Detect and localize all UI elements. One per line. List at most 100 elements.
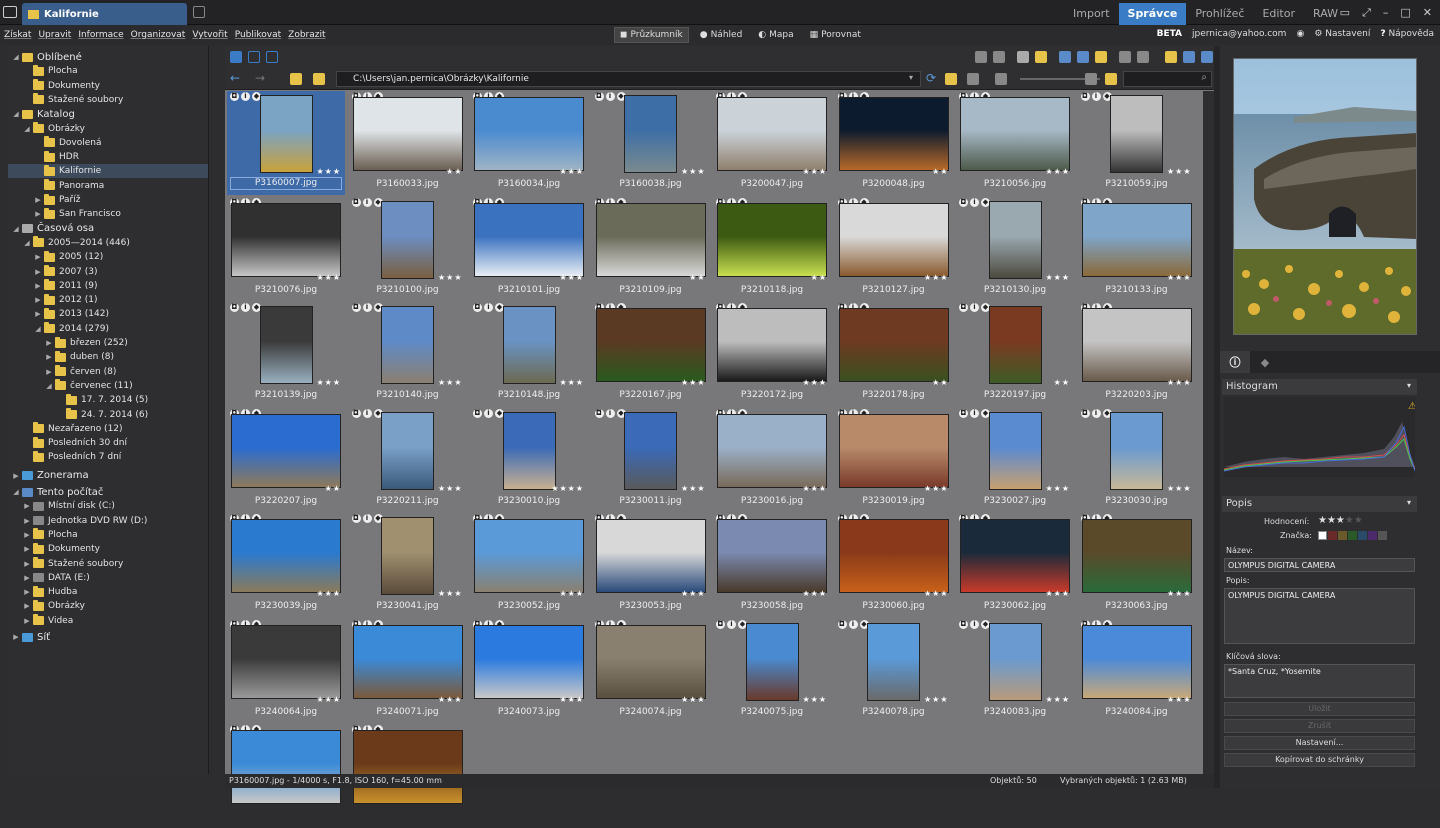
favorite-icon[interactable]	[1165, 51, 1177, 63]
thumbnail-item[interactable]: ◘ i ◆ ★★★ P3240078.jpg	[835, 619, 953, 723]
thumbnail-item[interactable]: ◘ i ◆ ★★★ P3210140.jpg	[349, 302, 467, 406]
folder-browse-icon[interactable]	[945, 73, 957, 85]
description-header[interactable]: Popis ▾	[1222, 496, 1417, 512]
thumbnail-item[interactable]: ◘ i ◆ ★★★ P3230039.jpg	[227, 513, 345, 617]
tree-item[interactable]: Posledních 7 dní	[8, 450, 208, 464]
share-icon[interactable]	[993, 51, 1005, 63]
thumbnail-size-icon[interactable]	[995, 73, 1007, 85]
tree-item[interactable]: ▶ Obrázky	[8, 599, 208, 613]
thumbnail-item[interactable]: ◘ i ◆ ★★★ P3230053.jpg	[592, 513, 710, 617]
thumbnail-item[interactable]: ◘ i ◆ ★★★★ P3230010.jpg	[470, 408, 588, 512]
tree-item[interactable]: ▶ 2011 (9)	[8, 279, 208, 293]
thumbnail-item[interactable]: ◘ i ◆ ★★★ P3230027.jpg	[956, 408, 1074, 512]
expand-right-icon[interactable]: ▶	[23, 545, 31, 553]
mode-tab-editor[interactable]: Editor	[1253, 3, 1304, 25]
tree-item[interactable]: ◢ Obrázky	[8, 122, 208, 136]
menu-organize[interactable]: Organizovat	[127, 30, 189, 40]
tree-item[interactable]: Dokumenty	[8, 79, 208, 93]
thumbnail-item[interactable]: ◘ i ◆ ★★★ P3210133.jpg	[1078, 197, 1196, 301]
vertical-scrollbar[interactable]	[1203, 91, 1214, 774]
expand-down-icon[interactable]: ◢	[45, 382, 53, 390]
mode-tab-import[interactable]: Import	[1064, 3, 1119, 25]
menu-view[interactable]: Zobrazit	[284, 30, 328, 40]
tree-item[interactable]: ▶ Paříž	[8, 193, 208, 207]
tree-item[interactable]: HDR	[8, 150, 208, 164]
tree-item[interactable]: ▶ 2012 (1)	[8, 293, 208, 307]
thumbnail-item[interactable]: ◘ i ◆ ★★★ P3240075.jpg	[713, 619, 831, 723]
tree-item[interactable]: ◢ červenec (11)	[8, 379, 208, 393]
tree-item[interactable]: ◢ 2014 (279)	[8, 322, 208, 336]
layout-grid-icon[interactable]	[230, 51, 242, 63]
keywords-field[interactable]: *Santa Cruz, *Yosemite	[1224, 664, 1415, 698]
expand-right-icon[interactable]: ▶	[34, 210, 42, 218]
menu-create[interactable]: Vytvořit	[188, 30, 230, 40]
color-tag-swatches[interactable]	[1318, 531, 1387, 540]
expand-down-icon[interactable]: ◢	[12, 225, 20, 233]
tree-item[interactable]: ▶ Místní disk (C:)	[8, 499, 208, 513]
gray-tag-swatch[interactable]	[1378, 531, 1387, 540]
expand-down-icon[interactable]: ◢	[12, 53, 20, 61]
thumbnail-item[interactable]: ◘ i ◆ ★★★ P3240073.jpg	[470, 619, 588, 723]
expand-right-icon[interactable]: ▶	[45, 368, 53, 376]
monitor-icon[interactable]: ▭	[1340, 6, 1350, 20]
thumbnail-item[interactable]: ◘ i ◆ ★★★ P3220172.jpg	[713, 302, 831, 406]
compare-view-button[interactable]: ▦ Porovnat	[805, 27, 866, 43]
stack-icon[interactable]	[1095, 51, 1107, 63]
tree-item[interactable]: ◢ Oblíbené	[8, 50, 208, 64]
expand-right-icon[interactable]: ▶	[34, 296, 42, 304]
account-email[interactable]: jpernica@yahoo.com	[1192, 29, 1286, 39]
thumbnail-item[interactable]: ◘ i ◆ ★★ P3210109.jpg	[592, 197, 710, 301]
web-icon[interactable]	[1201, 51, 1213, 63]
dropdown-icon[interactable]: ▾	[909, 73, 913, 82]
tree-item[interactable]: Stažené soubory	[8, 93, 208, 107]
batch-icon[interactable]	[1137, 51, 1149, 63]
tree-item[interactable]: ▶ Stažené soubory	[8, 557, 208, 571]
layout-columns-icon[interactable]	[266, 51, 278, 63]
yellow-tag-swatch[interactable]	[1338, 531, 1347, 540]
tree-item[interactable]: ▶ Hudba	[8, 585, 208, 599]
thumbnail-item[interactable]: ◘ i ◆ ★★★ P3210148.jpg	[470, 302, 588, 406]
thumbnail-item[interactable]: ◘ i ◆ ★★★ P3230060.jpg	[835, 513, 953, 617]
layout-rows-icon[interactable]	[248, 51, 260, 63]
thumbnail-item[interactable]: ◘ i ◆ ★★★ P3230030.jpg	[1078, 408, 1196, 512]
rss-icon[interactable]: ◉	[1296, 29, 1304, 39]
settings-button[interactable]: ⚙ Nastavení	[1314, 29, 1370, 39]
tree-item[interactable]: ◢ Katalog	[8, 107, 208, 121]
tree-item[interactable]: ▶ Plocha	[8, 528, 208, 542]
tree-item[interactable]: Dovolená	[8, 136, 208, 150]
expand-down-icon[interactable]: ◢	[23, 125, 31, 133]
address-field[interactable]: C:\Users\jan.pernica\Obrázky\Kalifornie	[336, 71, 921, 87]
minimize-button[interactable]: –	[1383, 6, 1389, 20]
tree-item[interactable]: 24. 7. 2014 (6)	[8, 408, 208, 422]
thumbnail-item[interactable]: ◘ i ◆ ★★★ P3240064.jpg	[227, 619, 345, 723]
histogram-header[interactable]: Histogram ▾	[1222, 379, 1417, 395]
tree-item[interactable]: ▶ Zonerama	[8, 469, 208, 483]
cancel-button[interactable]: Zrušit	[1224, 719, 1415, 733]
description-field[interactable]: OLYMPUS DIGITAL CAMERA	[1224, 588, 1415, 644]
tree-item[interactable]: ▶ 2007 (3)	[8, 265, 208, 279]
thumbnail-item[interactable]: ◘ i ◆ ★★★ P3210059.jpg	[1078, 91, 1196, 195]
thumbnail-item[interactable]: ◘ i ◆ ★★ P3160033.jpg	[349, 91, 467, 195]
refresh-icon[interactable]: ⟳	[926, 71, 936, 85]
rating-stars[interactable]: ★★★★★	[1318, 515, 1363, 526]
thumbnail-item[interactable]: ◘ i ◆ ★★★ P3210139.jpg	[227, 302, 345, 406]
app-menu-icon[interactable]	[3, 6, 17, 18]
close-button[interactable]: ✕	[1423, 6, 1432, 20]
expand-right-icon[interactable]: ▶	[23, 517, 31, 525]
slideshow-icon[interactable]	[1059, 51, 1071, 63]
thumbnail-item[interactable]: ◘ i ◆ ★★★ P3230052.jpg	[470, 513, 588, 617]
expand-right-icon[interactable]: ▶	[34, 196, 42, 204]
expand-right-icon[interactable]: ▶	[12, 472, 20, 480]
thumbnail-item[interactable]: ◘ i ◆ ★★★ P3230062.jpg	[956, 513, 1074, 617]
mode-tab-viewer[interactable]: Prohlížeč	[1186, 3, 1253, 25]
tree-item[interactable]: 17. 7. 2014 (5)	[8, 393, 208, 407]
thumbnail-item[interactable]: ◘ i ◆ ★★★ P3220167.jpg	[592, 302, 710, 406]
no-tag-swatch[interactable]	[1318, 531, 1327, 540]
thumbnail-item[interactable]: ◘ i ◆ ★★ P3200048.jpg	[835, 91, 953, 195]
preview-view-button[interactable]: ● Náhled	[695, 27, 748, 43]
thumbnail-item[interactable]: ◘ i ◆ ★★ P3210118.jpg	[713, 197, 831, 301]
tree-item[interactable]: Panorama	[8, 179, 208, 193]
expand-right-icon[interactable]: ▶	[34, 253, 42, 261]
green-tag-swatch[interactable]	[1348, 531, 1357, 540]
maximize-button[interactable]: □	[1400, 6, 1410, 20]
